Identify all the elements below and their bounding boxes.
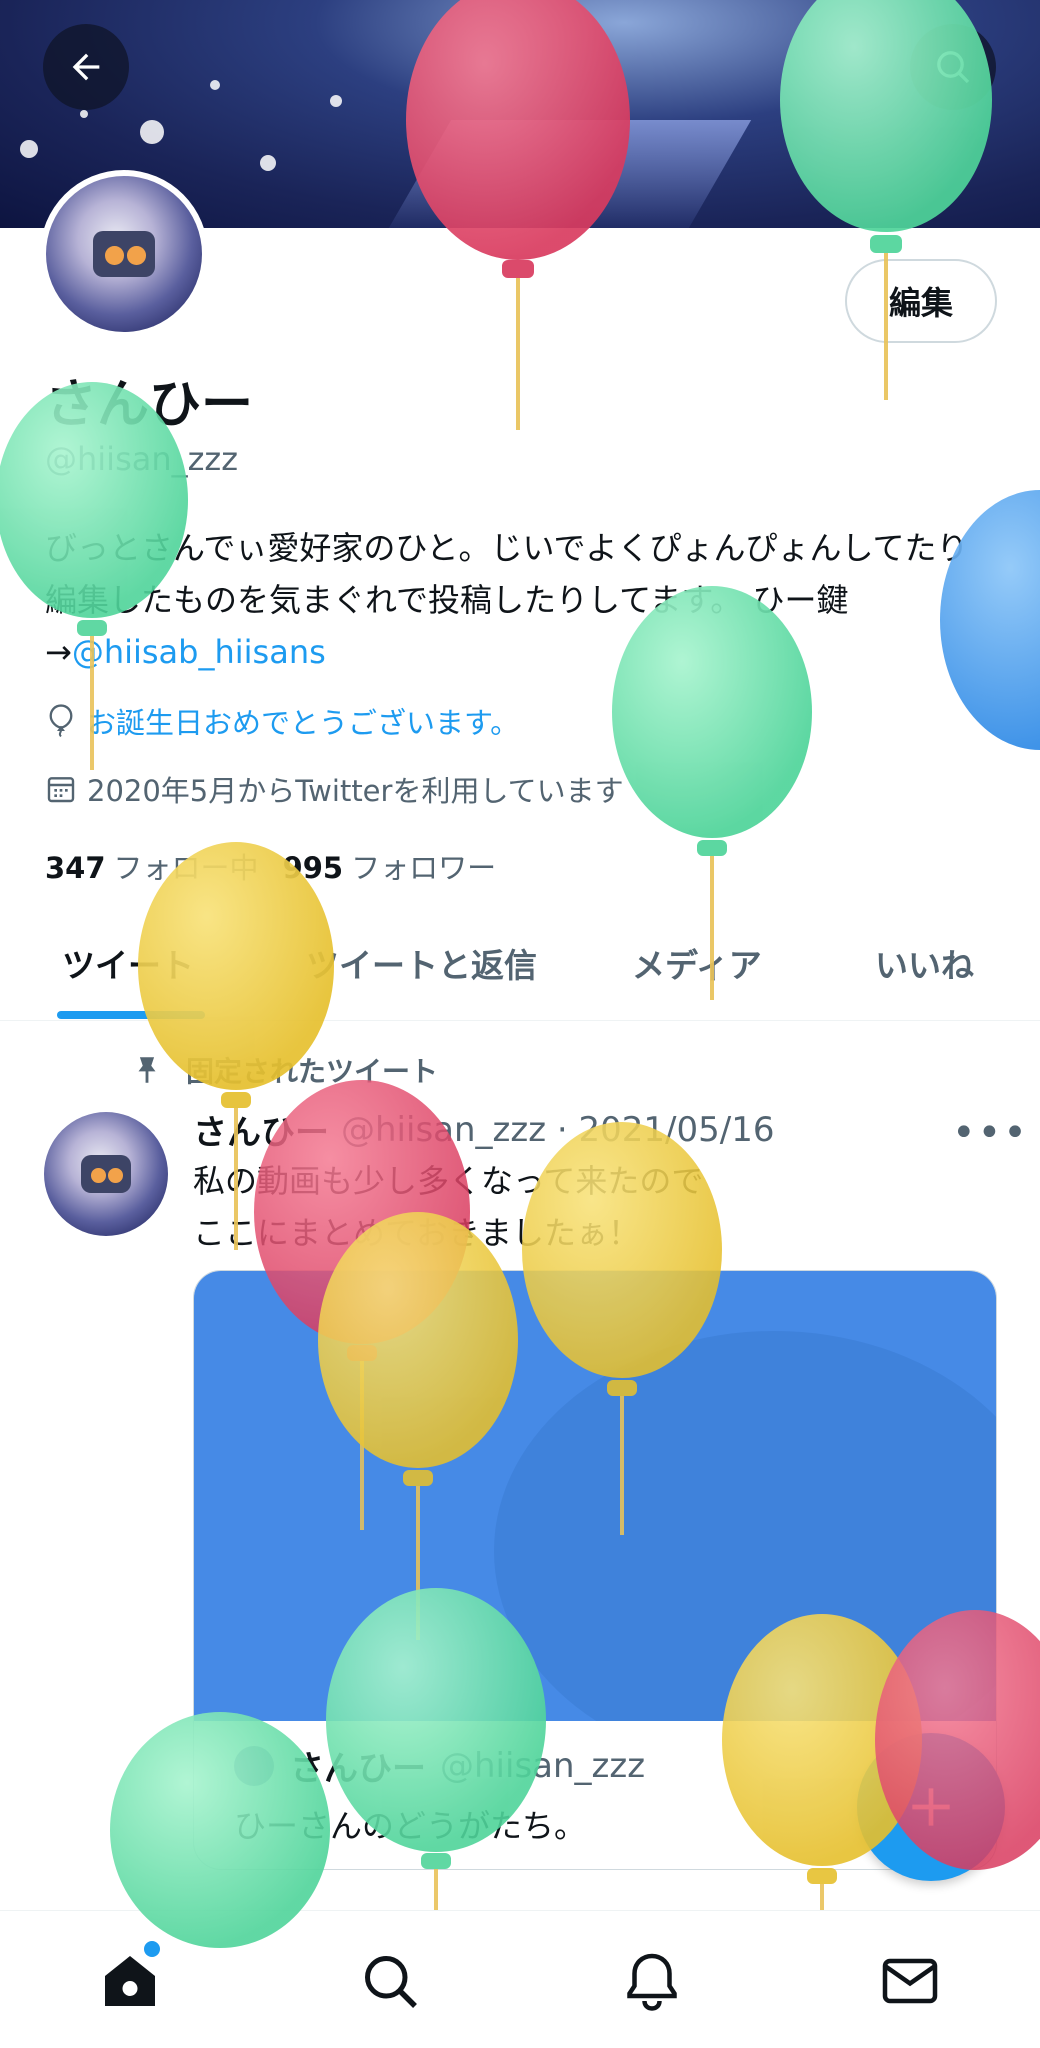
nav-notifications[interactable] [622, 1951, 682, 2011]
tweet-text: 私の動画も少し多くなって来たので ここにまとめておきましたぁ！ [193, 1155, 973, 1259]
followers-link[interactable]: 995 フォロワー [283, 845, 497, 887]
following-link[interactable]: 347 フォロー中 [45, 845, 259, 887]
tab-tweets[interactable]: ツイート [62, 905, 194, 1021]
following-count: 347 [45, 851, 106, 885]
balloon-icon [49, 704, 73, 738]
birthday-text: お誕生日おめでとうございます。 [87, 706, 520, 740]
follow-stats: 347 フォロー中 995 フォロワー [45, 845, 496, 887]
card-author-handle: @hiisan_zzz [440, 1745, 646, 1786]
tweet-handle-date: @hiisan_zzz · 2021/05/16 [341, 1109, 775, 1150]
profile-bio: びっとさんでぃ愛好家のひと。じいでよくぴょんぴょんしてたり編集したものを気まぐれ… [45, 522, 995, 678]
tweet-text-line: 私の動画も少し多くなって来たので [193, 1162, 704, 1200]
nav-search[interactable] [360, 1951, 420, 2011]
banner-water-reflection [388, 120, 752, 228]
followers-label: フォロワー [351, 851, 497, 885]
joined-text: 2020年5月からTwitterを利用しています [87, 774, 624, 808]
tweet-author-name[interactable]: さんひー [193, 1105, 329, 1154]
followers-count: 995 [282, 851, 344, 885]
banner-light [210, 80, 220, 90]
bio-mention-link[interactable]: @hiisab_hiisans [72, 633, 326, 671]
tab-tweets-and-replies[interactable]: ツイートと返信 [306, 905, 537, 1021]
arrow-left-icon [72, 53, 100, 81]
bell-icon [627, 1953, 677, 2011]
pin-icon [138, 1057, 156, 1083]
profile-avatar[interactable] [40, 170, 208, 338]
card-description: ひーさんのどうがたち。 [234, 1807, 587, 1845]
card-meta: さんひー @hiisan_zzz [234, 1741, 645, 1790]
tab-media[interactable]: メディア [632, 905, 762, 1021]
edit-profile-button[interactable]: 編集 [845, 259, 997, 343]
profile-tabs: ツイート ツイートと返信 メディア いいね [0, 905, 1040, 1021]
tab-likes[interactable]: いいね [875, 905, 974, 1021]
birthday-row: お誕生日おめでとうございます。 [45, 700, 519, 742]
pinned-text: 固定されたツイート [186, 1055, 439, 1088]
joined-row: 2020年5月からTwitterを利用しています [45, 768, 624, 810]
twitter-bird-graphic [494, 1331, 996, 1721]
compose-tweet-button[interactable] [857, 1733, 1005, 1881]
bottom-navigation [0, 1910, 1040, 2048]
banner-light [140, 120, 164, 144]
calendar-icon [47, 777, 75, 803]
card-avatar [234, 1745, 274, 1786]
plus-icon [912, 1788, 950, 1826]
nav-messages[interactable] [880, 1951, 940, 2011]
following-label: フォロー中 [113, 851, 259, 885]
card-author-name: さんひー [290, 1749, 426, 1789]
tweet-text-line: ここにまとめておきましたぁ！ [193, 1214, 641, 1252]
mail-icon [882, 1958, 938, 2004]
nav-home[interactable] [100, 1951, 160, 2011]
search-button[interactable] [910, 24, 996, 110]
tweet-header: さんひー @hiisan_zzz · 2021/05/16 [193, 1105, 774, 1154]
card-image [194, 1271, 996, 1721]
profile-handle: @hiisan_zzz [45, 440, 239, 478]
banner-light [330, 95, 342, 107]
home-notification-dot [144, 1941, 160, 1957]
tweet-author-avatar[interactable] [44, 1112, 168, 1236]
search-icon [937, 51, 970, 84]
active-tab-indicator [57, 1011, 205, 1019]
banner-light [80, 110, 88, 118]
banner-light [20, 140, 38, 158]
more-options-icon[interactable]: ••• [952, 1110, 1029, 1156]
profile-name: さんひー [45, 375, 254, 435]
pinned-tweet-label: 固定されたツイート [130, 1050, 438, 1090]
search-icon [365, 1956, 417, 2008]
home-icon [105, 1956, 155, 2006]
banner-light [260, 155, 276, 171]
back-button[interactable] [43, 24, 129, 110]
